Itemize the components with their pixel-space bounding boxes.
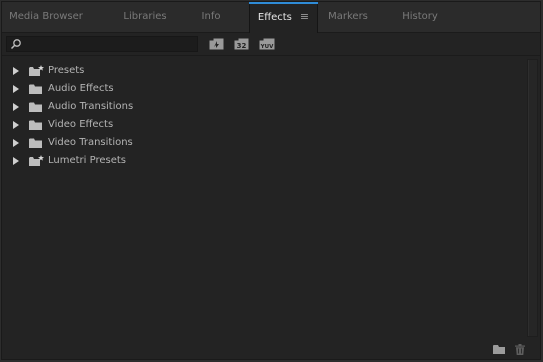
folder-icon [29, 120, 42, 130]
expand-triangle-icon[interactable] [13, 103, 19, 111]
trash-icon[interactable] [515, 344, 525, 355]
panel-menu-icon[interactable]: ≡ [300, 10, 309, 23]
panel-tab-bar: Media Browser Libraries Info Effects ≡ Ma… [2, 2, 540, 33]
folder-icon [29, 138, 42, 148]
accelerated-effects-icon[interactable] [209, 38, 224, 50]
32-bit-label: 32 [237, 42, 247, 50]
expand-triangle-icon[interactable] [13, 67, 19, 75]
tab-label: Info [201, 11, 221, 22]
tab-media-browser[interactable]: Media Browser [6, 2, 86, 32]
32-bit-color-icon[interactable]: 32 [234, 38, 249, 50]
expand-triangle-icon[interactable] [13, 139, 19, 147]
active-tab-indicator [249, 2, 318, 4]
folder-icon [29, 102, 42, 112]
tree-item-label: Presets [48, 65, 85, 76]
search-icon [10, 39, 21, 50]
yuv-label: YUV [260, 44, 274, 50]
search-bar: 32 YUV [2, 33, 540, 56]
tab-label: Markers [328, 11, 368, 22]
tab-label: Libraries [123, 11, 167, 22]
effects-panel: Media Browser Libraries Info Effects ≡ Ma… [1, 1, 541, 360]
tab-label: Media Browser [9, 11, 83, 22]
tree-item-label: Lumetri Presets [48, 155, 127, 166]
tab-label: History [402, 11, 438, 22]
tree-item-lumetri-presets[interactable]: Lumetri Presets [2, 152, 527, 170]
tree-item-video-effects[interactable]: Video Effects [2, 116, 527, 134]
tab-markers[interactable]: Markers [320, 2, 376, 32]
tree-item-label: Audio Transitions [48, 101, 134, 112]
tab-libraries[interactable]: Libraries [106, 2, 184, 32]
preset-folder-icon [29, 65, 44, 76]
scrollbar-thumb[interactable] [528, 60, 537, 336]
tree-item-audio-effects[interactable]: Audio Effects [2, 80, 527, 98]
tab-effects[interactable]: Effects ≡ [249, 2, 318, 33]
tab-history[interactable]: History [390, 2, 450, 32]
search-input[interactable] [23, 37, 193, 51]
new-custom-bin-icon[interactable] [493, 344, 506, 354]
folder-icon [29, 84, 42, 94]
tree-item-presets[interactable]: Presets [2, 62, 527, 80]
tab-label: Effects [257, 12, 292, 23]
vertical-scrollbar[interactable] [527, 59, 538, 337]
tree-item-audio-transitions[interactable]: Audio Transitions [2, 98, 527, 116]
search-field[interactable] [6, 36, 198, 52]
expand-triangle-icon[interactable] [13, 157, 19, 165]
expand-triangle-icon[interactable] [13, 121, 19, 129]
effects-tree: Presets Audio Effects Audio Transitions … [2, 57, 527, 337]
tab-info[interactable]: Info [188, 2, 234, 32]
tree-item-label: Audio Effects [48, 83, 114, 94]
preset-folder-icon [29, 155, 44, 166]
tree-item-label: Video Transitions [48, 137, 133, 148]
tree-item-label: Video Effects [48, 119, 114, 130]
yuv-effects-icon[interactable]: YUV [259, 38, 275, 50]
panel-footer [2, 339, 540, 359]
expand-triangle-icon[interactable] [13, 85, 19, 93]
tree-item-video-transitions[interactable]: Video Transitions [2, 134, 527, 152]
